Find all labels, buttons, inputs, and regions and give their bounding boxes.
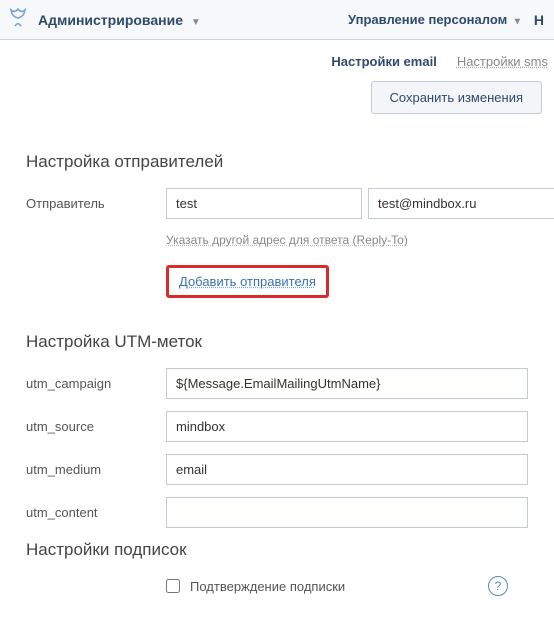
utm-row-campaign: utm_campaign bbox=[26, 368, 528, 399]
subscription-confirm-checkbox[interactable] bbox=[166, 579, 180, 593]
utm-row-medium: utm_medium bbox=[26, 454, 528, 485]
admin-label: Администрирование bbox=[38, 12, 183, 28]
content: Настройка отправителей Отправитель Указа… bbox=[0, 132, 554, 626]
section-subscriptions-title: Настройки подписок bbox=[26, 540, 528, 560]
subscription-confirm-label: Подтверждение подписки bbox=[190, 579, 345, 594]
save-row: Сохранить изменения bbox=[0, 77, 554, 132]
topbar-cut-text: Н bbox=[524, 12, 544, 28]
topbar-left: Администрирование ▼ bbox=[6, 6, 201, 33]
tabs-row: Настройки email Настройки sms bbox=[0, 40, 554, 77]
sender-name-input[interactable] bbox=[166, 188, 362, 219]
utm-label: utm_source bbox=[26, 419, 166, 434]
subscription-confirm-row: Подтверждение подписки ? bbox=[166, 576, 528, 596]
utm-medium-input[interactable] bbox=[166, 454, 528, 485]
add-sender-link[interactable]: Добавить отправителя bbox=[179, 274, 316, 289]
utm-label: utm_campaign bbox=[26, 376, 166, 391]
sender-email-input[interactable] bbox=[368, 188, 554, 219]
utm-campaign-input[interactable] bbox=[166, 368, 528, 399]
topbar: Администрирование ▼ Управление персонало… bbox=[0, 0, 554, 40]
personnel-menu[interactable]: Управление персоналом ▾ bbox=[348, 12, 520, 27]
sender-fields bbox=[166, 188, 554, 219]
sender-row: Отправитель bbox=[26, 188, 528, 219]
utm-content-input[interactable] bbox=[166, 497, 528, 528]
topbar-right: Управление персоналом ▾ Н bbox=[348, 12, 544, 28]
personnel-label: Управление персоналом bbox=[348, 12, 507, 27]
save-button[interactable]: Сохранить изменения bbox=[371, 81, 543, 114]
tab-sms-settings[interactable]: Настройки sms bbox=[457, 54, 548, 69]
admin-menu[interactable]: Администрирование ▼ bbox=[38, 12, 201, 28]
add-sender-highlight: Добавить отправителя bbox=[166, 265, 329, 298]
utm-label: utm_content bbox=[26, 505, 166, 520]
section-senders-title: Настройка отправителей bbox=[26, 152, 528, 172]
utm-source-input[interactable] bbox=[166, 411, 528, 442]
sender-label: Отправитель bbox=[26, 196, 166, 211]
help-icon[interactable]: ? bbox=[488, 576, 508, 596]
logo-icon bbox=[6, 6, 30, 33]
reply-to-link[interactable]: Указать другой адрес для ответа (Reply-T… bbox=[166, 233, 408, 247]
chevron-down-icon: ▾ bbox=[511, 16, 520, 27]
utm-row-source: utm_source bbox=[26, 411, 528, 442]
tab-email-settings[interactable]: Настройки email bbox=[331, 54, 436, 69]
utm-label: utm_medium bbox=[26, 462, 166, 477]
utm-row-content: utm_content bbox=[26, 497, 528, 528]
section-utm-title: Настройка UTM-меток bbox=[26, 332, 528, 352]
chevron-down-icon: ▼ bbox=[187, 17, 201, 28]
